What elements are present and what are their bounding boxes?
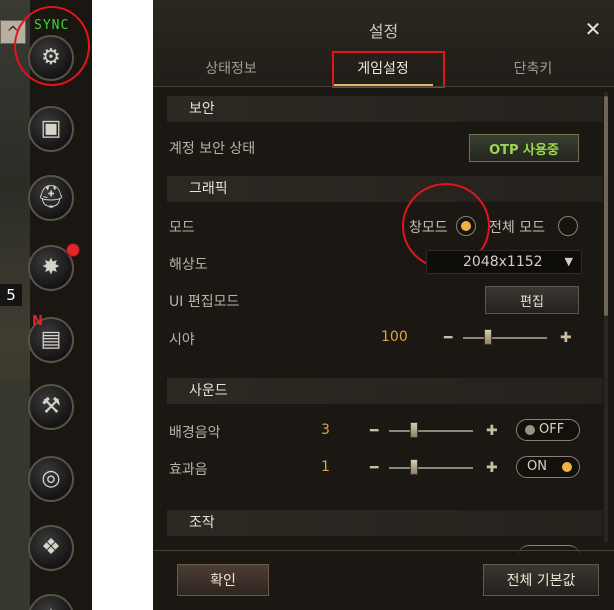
full-mode-radio[interactable]	[558, 216, 578, 236]
view-plus-icon[interactable]: ✚	[560, 331, 572, 345]
ui-edit-label: UI 편집모드	[169, 294, 240, 310]
view-value: 100	[381, 329, 408, 345]
view-slider-track[interactable]	[463, 337, 547, 339]
mode-label: 모드	[169, 220, 195, 236]
close-button[interactable]: ✕	[581, 17, 605, 41]
sfx-toggle-text: ON	[527, 459, 547, 474]
settings-panel: 설정 ✕ 상태정보 게임설정 단축키 보안 계정 보안 상태 OTP 사용중 그…	[153, 0, 614, 610]
resolution-select[interactable]: 2048x1152 ▼	[426, 250, 582, 274]
full-mode-label: 전체 모드	[489, 220, 545, 236]
level-number: 5	[0, 284, 22, 306]
settings-title: 설정	[368, 22, 399, 41]
account-security-label: 계정 보안 상태	[169, 141, 256, 157]
sfx-label: 효과음	[169, 462, 208, 478]
sfx-slider-handle[interactable]	[410, 459, 419, 475]
new-badge: N	[32, 314, 43, 329]
view-minus-icon[interactable]: ━	[444, 331, 452, 345]
bgm-label: 배경음악	[169, 425, 221, 441]
gear-icon[interactable]: ⚙	[28, 35, 74, 81]
minimap-toggle-icon[interactable]: ^	[0, 20, 26, 44]
sfx-minus-icon[interactable]: ━	[370, 461, 378, 475]
window-mode-label: 창모드	[409, 220, 448, 236]
otp-button[interactable]: OTP 사용중	[469, 134, 579, 162]
sfx-slider-track[interactable]	[389, 467, 473, 469]
confirm-button[interactable]: 확인	[177, 564, 269, 596]
bgm-value: 3	[321, 422, 330, 438]
section-security: 보안	[167, 96, 603, 122]
view-label: 시야	[169, 332, 195, 348]
control-toggle-partial[interactable]	[518, 545, 580, 558]
footer-divider	[153, 550, 614, 551]
chevron-down-icon: ▼	[564, 255, 573, 268]
helmet-icon[interactable]: ⛑	[28, 175, 74, 221]
section-control: 조작	[167, 510, 603, 536]
bgm-toggle-knob	[525, 425, 535, 435]
bgm-minus-icon[interactable]: ━	[370, 424, 378, 438]
bgm-slider-track[interactable]	[389, 430, 473, 432]
settings-scroll-thumb[interactable]	[604, 96, 608, 316]
bgm-toggle-text: OFF	[539, 422, 565, 437]
game-sidebar: ^ SYNC ⚙ ▣ ⛑ ✸ 5 ▤ N ⚒ ◎ ❖ ✦	[0, 0, 92, 610]
sfx-plus-icon[interactable]: ✚	[486, 461, 498, 475]
sync-indicator: SYNC	[34, 18, 70, 33]
swirl-icon[interactable]: ◎	[28, 456, 74, 502]
sfx-toggle-knob	[562, 462, 572, 472]
edit-button[interactable]: 편집	[485, 286, 579, 314]
map-edge-lower	[0, 380, 30, 610]
bgm-slider-handle[interactable]	[410, 422, 419, 438]
reset-defaults-button[interactable]: 전체 기본값	[483, 564, 599, 596]
wolf-icon[interactable]: ❖	[28, 525, 74, 571]
view-slider-handle[interactable]	[484, 329, 493, 345]
section-sound: 사운드	[167, 378, 603, 404]
header-divider	[153, 86, 614, 87]
tab-shortcuts[interactable]: 단축키	[483, 58, 583, 84]
sfx-value: 1	[321, 459, 330, 475]
sfx-toggle[interactable]: ON	[516, 456, 580, 478]
bgm-toggle[interactable]: OFF	[516, 419, 580, 441]
anvil-icon[interactable]: ⚒	[28, 384, 74, 430]
chest-icon[interactable]: ▣	[28, 106, 74, 152]
tab-status-info[interactable]: 상태정보	[181, 58, 281, 84]
emblem-icon[interactable]: ✦	[28, 594, 74, 610]
resolution-value: 2048x1152	[463, 254, 543, 270]
window-mode-radio[interactable]	[456, 216, 476, 236]
tab-game-settings[interactable]: 게임설정	[333, 58, 433, 84]
notification-dot	[66, 243, 80, 257]
section-graphics: 그래픽	[167, 176, 603, 202]
resolution-label: 해상도	[169, 257, 208, 273]
bgm-plus-icon[interactable]: ✚	[486, 424, 498, 438]
